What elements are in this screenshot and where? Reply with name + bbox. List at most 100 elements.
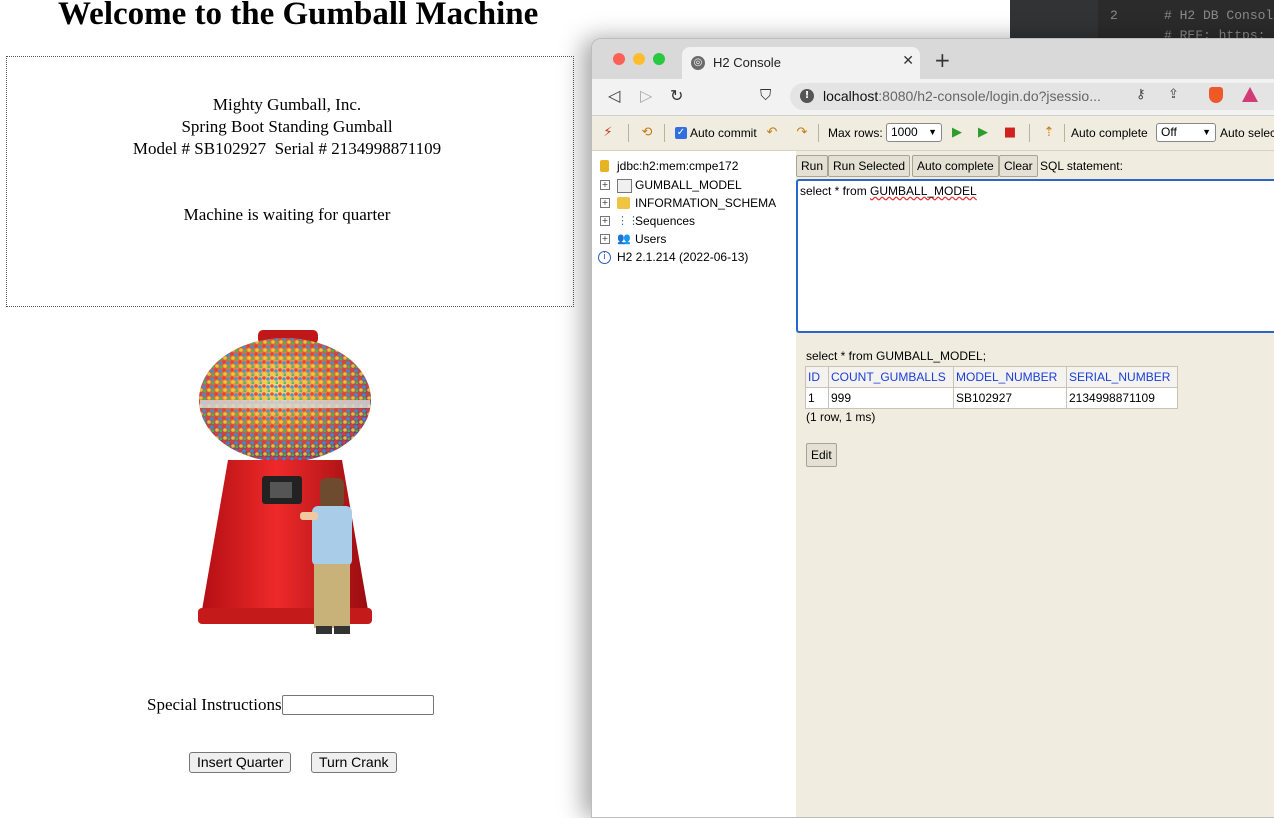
rollback-icon[interactable]: ↶ (764, 125, 780, 141)
back-icon[interactable]: ◁ (608, 86, 620, 105)
forward-icon[interactable]: ▷ (640, 86, 652, 105)
product-name: Spring Boot Standing Gumball (181, 117, 393, 136)
url-host: localhost (823, 88, 879, 104)
folder-icon (617, 197, 630, 209)
table-cell: 1 (805, 387, 829, 409)
query-button-bar: Run Run Selected Auto complete Clear SQL… (796, 151, 1274, 181)
editor-line-text: # H2 DB Console (1164, 8, 1274, 23)
auto-commit-checkbox[interactable]: ✓ (675, 127, 687, 139)
browser-tab-bar: ◎ H2 Console ✕ + (592, 39, 1274, 79)
company-name: Mighty Gumball, Inc. (212, 95, 362, 114)
column-header[interactable]: ID (805, 366, 829, 388)
gumball-machine-image (198, 330, 372, 634)
share-icon[interactable]: ⇪ (1168, 87, 1179, 102)
toolbar-separator (628, 124, 629, 142)
auto-complete-value: Off (1161, 125, 1177, 139)
sql-editor[interactable]: select * from GUMBALL_MODEL (796, 179, 1274, 333)
result-panel: select * from GUMBALL_MODEL; ID COUNT_GU… (796, 339, 1274, 817)
auto-complete-label: Auto complete (1071, 126, 1148, 140)
url-text: localhost:8080/h2-console/login.do?jsess… (823, 88, 1101, 104)
tree-item-label: GUMBALL_MODEL (635, 178, 742, 192)
chevron-down-icon: ▼ (928, 127, 937, 137)
table-cell: SB102927 (953, 387, 1067, 409)
toolbar-separator (664, 124, 665, 142)
auto-complete-select[interactable]: Off ▼ (1156, 123, 1216, 142)
new-tab-icon[interactable]: + (934, 48, 951, 72)
browser-nav-bar: ◁ ▷ ↻ ⛉ ! localhost:8080/h2-console/logi… (592, 79, 1274, 116)
chevron-down-icon: ▼ (1202, 127, 1211, 137)
max-rows-value: 1000 (891, 125, 918, 139)
model-serial: Model # SB102927 Serial # 2134998871109 (132, 139, 442, 158)
max-rows-select[interactable]: 1000 ▼ (886, 123, 942, 142)
site-info-icon[interactable]: ! (800, 89, 814, 103)
tree-item-label: Sequences (635, 214, 696, 228)
run-button[interactable]: Run (796, 155, 829, 177)
editor-gutter (1010, 0, 1098, 40)
commit-icon[interactable]: ↷ (794, 125, 810, 141)
maximize-window-button[interactable] (653, 53, 665, 65)
insert-quarter-button[interactable]: Insert Quarter (189, 752, 292, 773)
disconnect-icon[interactable]: ⚡ (600, 125, 616, 141)
toolbar-separator (1029, 124, 1030, 142)
result-table: ID COUNT_GUMBALLS MODEL_NUMBER SERIAL_NU… (805, 366, 1178, 409)
machine-status: Machine is waiting for quarter (183, 205, 391, 224)
run-selected-button[interactable]: Run Selected (828, 155, 911, 177)
auto-commit-label: Auto commit (690, 126, 757, 140)
brave-rewards-icon[interactable] (1242, 87, 1258, 102)
users-icon: 👥 (617, 232, 631, 245)
auto-complete-button[interactable]: Auto complete (912, 155, 999, 177)
url-path: :8080/h2-console/login.do?jsessio... (878, 88, 1101, 104)
stop-icon[interactable]: ■ (1002, 125, 1018, 141)
result-summary: (1 row, 1 ms) (806, 410, 876, 424)
sql-table-name: GUMBALL_MODEL (870, 184, 977, 198)
expand-icon[interactable]: + (600, 216, 610, 226)
reload-icon[interactable]: ↻ (670, 86, 683, 105)
close-window-button[interactable] (613, 53, 625, 65)
toolbar-separator (1064, 124, 1065, 142)
expand-icon[interactable]: + (600, 180, 610, 190)
clear-button[interactable]: Clear (999, 155, 1038, 177)
sql-statement-label: SQL statement: (1040, 159, 1123, 173)
result-query: select * from GUMBALL_MODEL; (806, 349, 987, 363)
table-cell: 2134998871109 (1066, 387, 1178, 409)
run-selected-icon[interactable]: ▶ (975, 125, 991, 141)
run-icon[interactable]: ▶ (949, 125, 965, 141)
table-row: 1 999 SB102927 2134998871109 (805, 387, 1178, 409)
address-bar[interactable]: ! localhost:8080/h2-console/login.do?jse… (790, 83, 1274, 110)
tab-title: H2 Console (713, 55, 781, 70)
tree-item-label: Users (635, 232, 667, 246)
column-header[interactable]: COUNT_GUMBALLS (828, 366, 954, 388)
column-header[interactable]: MODEL_NUMBER (953, 366, 1067, 388)
page-title: Welcome to the Gumball Machine (58, 0, 539, 32)
browser-window: ◎ H2 Console ✕ + ◁ ▷ ↻ ⛉ ! localhost:808… (591, 38, 1274, 818)
h2-toolbar: ⚡ ⟲ ✓ Auto commit ↶ ↷ Max rows: 1000 ▼ ▶ … (592, 116, 1274, 151)
table-cell: 999 (828, 387, 954, 409)
refresh-icon[interactable]: ⟲ (639, 125, 655, 141)
result-header-row: ID COUNT_GUMBALLS MODEL_NUMBER SERIAL_NU… (805, 366, 1178, 388)
brave-shield-icon[interactable] (1209, 87, 1223, 103)
connection-label: jdbc:h2:mem:cmpe172 (617, 159, 739, 173)
close-tab-icon[interactable]: ✕ (902, 53, 914, 69)
database-icon (600, 160, 609, 172)
background-code-editor: 2 # H2 DB Console # REF: https: (1010, 0, 1274, 43)
globe-icon: ◎ (691, 56, 705, 70)
sql-text: select * from GUMBALL_MODEL (800, 184, 977, 198)
tree-item-label: INFORMATION_SCHEMA (635, 196, 777, 210)
info-icon: i (598, 251, 611, 264)
minimize-window-button[interactable] (633, 53, 645, 65)
edit-button[interactable]: Edit (806, 443, 837, 467)
turn-crank-button[interactable]: Turn Crank (311, 752, 397, 773)
expand-icon[interactable]: + (600, 234, 610, 244)
version-label: H2 2.1.214 (2022-06-13) (617, 250, 749, 264)
tab-h2-console[interactable]: ◎ H2 Console ✕ (682, 47, 920, 79)
column-header[interactable]: SERIAL_NUMBER (1066, 366, 1178, 388)
key-icon[interactable]: ⚷ (1136, 87, 1146, 102)
bookmark-icon[interactable]: ⛉ (760, 86, 771, 104)
history-icon[interactable]: ⇡ (1041, 125, 1057, 141)
table-icon (617, 179, 632, 193)
editor-line-number: 2 (1110, 8, 1118, 23)
machine-info-panel (6, 56, 574, 307)
special-instructions-input[interactable] (282, 695, 434, 715)
sql-prefix: select * from (800, 184, 871, 198)
expand-icon[interactable]: + (600, 198, 610, 208)
